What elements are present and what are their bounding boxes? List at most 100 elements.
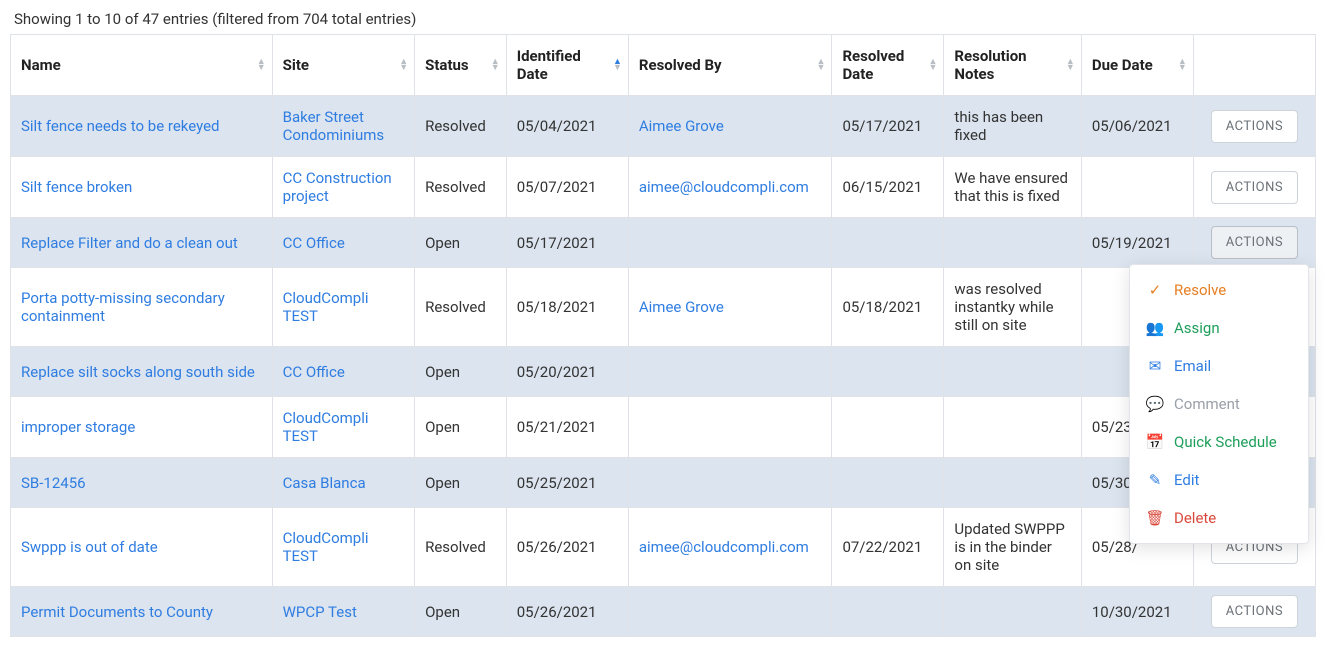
site-cell: CC Office [272, 347, 415, 397]
name-link[interactable]: Replace Filter and do a clean out [21, 234, 238, 252]
dropdown-item-comment[interactable]: 💬Comment [1130, 385, 1308, 423]
site-link[interactable]: Baker Street Condominiums [283, 108, 385, 144]
resolved-date-cell: 05/17/2021 [832, 96, 944, 157]
dropdown-item-resolve[interactable]: ✓Resolve [1130, 271, 1308, 309]
resolved-by-cell [628, 347, 832, 397]
site-link[interactable]: CC Construction project [283, 169, 392, 205]
actions-button[interactable]: ACTIONS [1211, 595, 1298, 628]
name-link[interactable]: Permit Documents to County [21, 603, 213, 621]
site-cell: Casa Blanca [272, 458, 415, 508]
col-header-due-date[interactable]: Due Date ▲▼ [1081, 35, 1193, 96]
identified-date-cell: 05/21/2021 [506, 397, 628, 458]
status-cell: Open [415, 218, 507, 268]
site-link[interactable]: CC Office [283, 234, 345, 252]
notes-cell: Updated SWPPP is in the binder on site [944, 508, 1081, 587]
col-header-label: Resolved By [639, 56, 722, 74]
name-cell: Silt fence needs to be rekeyed [11, 96, 273, 157]
site-cell: CC Office [272, 218, 415, 268]
name-cell: SB-12456 [11, 458, 273, 508]
sort-icon: ▲▼ [491, 59, 500, 71]
col-header-resolution-notes[interactable]: Resolution Notes ▲▼ [944, 35, 1081, 96]
table-row: Replace silt socks along south side CC Of… [11, 347, 1316, 397]
name-cell: Silt fence broken [11, 157, 273, 218]
dropdown-item-delete[interactable]: 🗑Delete [1130, 499, 1308, 537]
name-link[interactable]: Silt fence needs to be rekeyed [21, 117, 220, 135]
site-link[interactable]: CloudCompli TEST [283, 529, 369, 565]
dropdown-item-email[interactable]: ✉Email [1130, 347, 1308, 385]
envelope-icon: ✉ [1146, 357, 1164, 375]
col-header-resolved-by[interactable]: Resolved By ▲▼ [628, 35, 832, 96]
resolved-date-cell [832, 347, 944, 397]
resolved-by-link[interactable]: aimee@cloudcompli.com [639, 178, 809, 196]
notes-cell [944, 218, 1081, 268]
resolved-date-cell: 07/22/2021 [832, 508, 944, 587]
dropdown-item-assign[interactable]: 👥Assign [1130, 309, 1308, 347]
dropdown-item-quick-schedule[interactable]: 📅 Quick Schedule [1130, 423, 1308, 461]
table-row: Replace Filter and do a clean out CC Offi… [11, 218, 1316, 268]
col-header-label: Identified Date [517, 47, 581, 83]
resolved-date-cell [832, 397, 944, 458]
identified-date-cell: 05/25/2021 [506, 458, 628, 508]
table-row: SB-12456Casa BlancaOpen05/25/202105/30/A… [11, 458, 1316, 508]
name-link[interactable]: improper storage [21, 418, 135, 436]
col-header-resolved-date[interactable]: Resolved Date ▲▼ [832, 35, 944, 96]
due-date-cell [1081, 157, 1193, 218]
site-link[interactable]: CC Office [283, 363, 345, 381]
col-header-actions [1193, 35, 1315, 96]
col-header-identified-date[interactable]: Identified Date ▲▼ [506, 35, 628, 96]
resolved-by-link[interactable]: Aimee Grove [639, 298, 724, 316]
site-link[interactable]: WPCP Test [283, 603, 357, 621]
users-icon: 👥 [1146, 319, 1164, 337]
actions-button[interactable]: ACTIONS [1211, 226, 1298, 259]
table-row: Swppp is out of dateCloudCompli TESTReso… [11, 508, 1316, 587]
dropdown-item-edit[interactable]: ✎Edit [1130, 461, 1308, 499]
actions-cell: ACTIONS [1193, 587, 1315, 637]
name-cell: Porta potty-missing secondary containmen… [11, 268, 273, 347]
sort-icon: ▲▼ [257, 59, 266, 71]
dropdown-item-label: Delete [1174, 509, 1216, 527]
site-cell: CloudCompli TEST [272, 508, 415, 587]
name-link[interactable]: SB-12456 [21, 474, 86, 492]
resolved-date-cell: 05/18/2021 [832, 268, 944, 347]
col-header-name[interactable]: Name ▲▼ [11, 35, 273, 96]
status-cell: Open [415, 397, 507, 458]
col-header-status[interactable]: Status ▲▼ [415, 35, 507, 96]
table-info-text: Showing 1 to 10 of 47 entries (filtered … [14, 10, 1316, 28]
site-link[interactable]: CloudCompli TEST [283, 409, 369, 445]
name-link[interactable]: Silt fence broken [21, 178, 132, 196]
actions-button[interactable]: ACTIONS [1211, 110, 1298, 143]
name-cell: Replace Filter and do a clean out [11, 218, 273, 268]
due-date-cell: 05/06/2021 [1081, 96, 1193, 157]
sort-icon: ▲▼ [399, 59, 408, 71]
sort-icon: ▲▼ [1066, 59, 1075, 71]
site-link[interactable]: Casa Blanca [283, 474, 366, 492]
site-link[interactable]: CloudCompli TEST [283, 289, 369, 325]
actions-dropdown: ✓Resolve👥Assign✉Email💬Comment 📅 Quick Sche… [1129, 264, 1309, 544]
notes-cell: this has been fixed [944, 96, 1081, 157]
notes-cell [944, 458, 1081, 508]
name-cell: Permit Documents to County [11, 587, 273, 637]
col-header-label: Resolution Notes [954, 47, 1026, 83]
name-link[interactable]: Porta potty-missing secondary containmen… [21, 289, 225, 325]
resolved-by-link[interactable]: Aimee Grove [639, 117, 724, 135]
col-header-label: Status [425, 56, 469, 74]
actions-button[interactable]: ACTIONS [1211, 171, 1298, 204]
name-link[interactable]: Replace silt socks along south side [21, 363, 255, 381]
calendar-icon: 📅 [1146, 433, 1164, 451]
resolved-by-cell: aimee@cloudcompli.com [628, 157, 832, 218]
sort-icon: ▲▼ [1178, 59, 1187, 71]
name-link[interactable]: Swppp is out of date [21, 538, 158, 556]
actions-cell: ACTIONS [1193, 157, 1315, 218]
table-row: Silt fence broken CC Construction project… [11, 157, 1316, 218]
dropdown-item-label: Quick Schedule [1174, 433, 1277, 451]
site-cell: Baker Street Condominiums [272, 96, 415, 157]
sort-icon: ▲▼ [613, 59, 622, 71]
table-row: Permit Documents to CountyWPCP TestOpen0… [11, 587, 1316, 637]
notes-cell: was resolved instantky while still on si… [944, 268, 1081, 347]
resolved-by-link[interactable]: aimee@cloudcompli.com [639, 538, 809, 556]
status-cell: Open [415, 458, 507, 508]
col-header-site[interactable]: Site ▲▼ [272, 35, 415, 96]
identified-date-cell: 05/04/2021 [506, 96, 628, 157]
resolved-by-cell: Aimee Grove [628, 268, 832, 347]
col-header-label: Site [283, 56, 309, 74]
